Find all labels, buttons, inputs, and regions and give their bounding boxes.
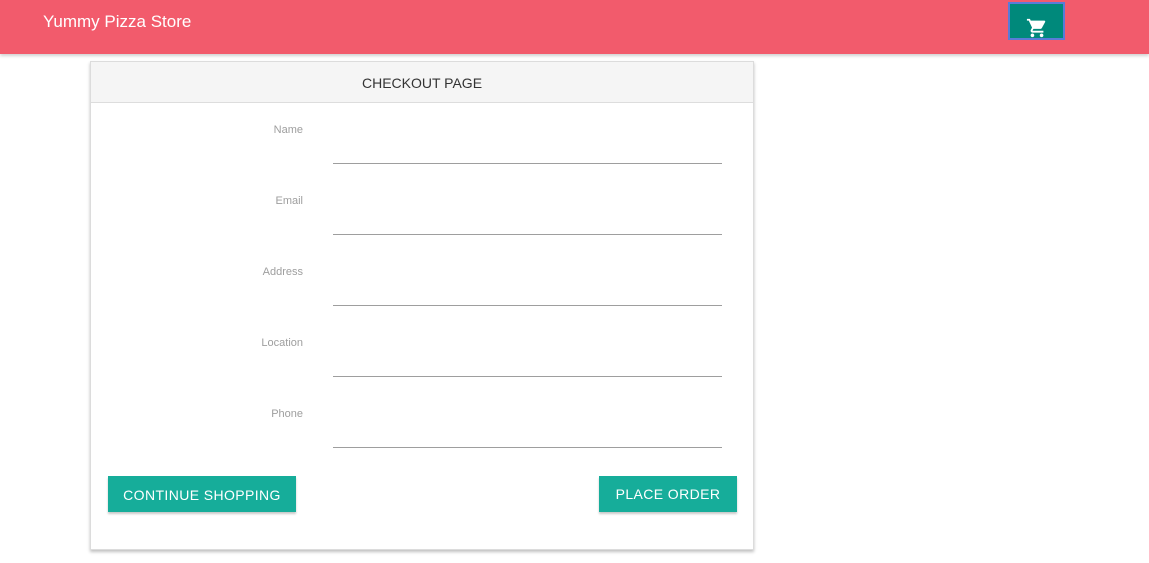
location-field[interactable] <box>333 351 722 377</box>
address-field[interactable] <box>333 280 722 306</box>
shopping-cart-icon <box>1026 18 1045 38</box>
phone-label: Phone <box>271 408 303 420</box>
email-field[interactable] <box>333 209 722 235</box>
email-label: Email <box>275 195 303 207</box>
top-navbar: Yummy Pizza Store <box>0 0 1149 54</box>
checkout-title: CHECKOUT PAGE <box>91 62 753 103</box>
name-label: Name <box>273 124 303 136</box>
checkout-card: CHECKOUT PAGE Name Email Address Locatio… <box>90 61 754 550</box>
address-label: Address <box>262 266 303 278</box>
continue-shopping-button[interactable]: CONTINUE SHOPPING <box>108 476 296 512</box>
location-label: Location <box>261 337 303 349</box>
name-field[interactable] <box>333 138 722 164</box>
brand-title[interactable]: Yummy Pizza Store <box>43 11 191 33</box>
phone-field[interactable] <box>333 422 722 448</box>
place-order-button[interactable]: PLACE ORDER <box>599 476 737 512</box>
cart-button[interactable] <box>1008 2 1065 40</box>
